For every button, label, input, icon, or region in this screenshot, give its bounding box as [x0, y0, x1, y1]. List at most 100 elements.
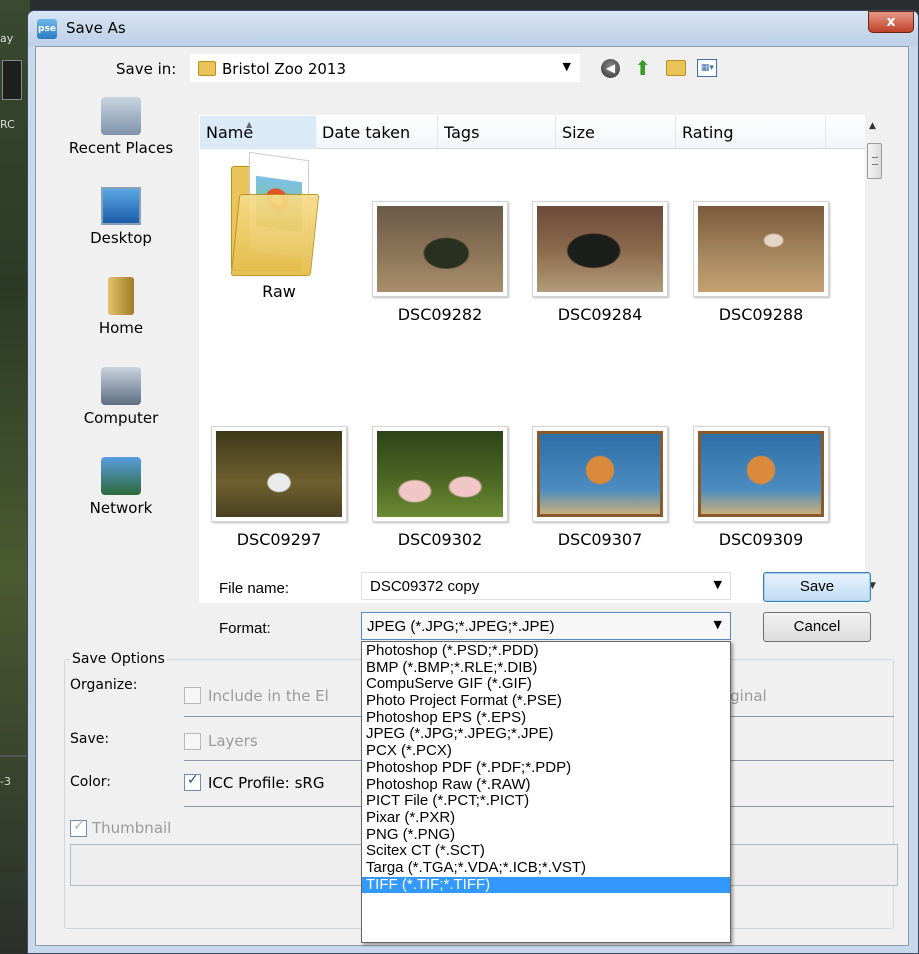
file-item-image[interactable]: DSC09284: [525, 201, 675, 324]
organize-label: Organize:: [70, 677, 138, 693]
place-network[interactable]: Network: [46, 457, 196, 517]
title-bar[interactable]: pse Save As x: [28, 11, 918, 46]
file-item-image[interactable]: DSC09297: [204, 426, 354, 549]
format-option[interactable]: Pixar (*.PXR): [362, 810, 730, 827]
format-option[interactable]: Photoshop (*.PSD;*.PDD): [362, 643, 730, 660]
place-label: Computer: [83, 409, 159, 427]
format-option-highlighted[interactable]: TIFF (*.TIF;*.TIFF): [362, 876, 730, 894]
format-value: JPEG (*.JPG;*.JPEG;*.JPE): [367, 618, 555, 635]
file-name: DSC09284: [557, 305, 643, 324]
column-header-name[interactable]: ▲ Name: [200, 116, 316, 149]
close-button[interactable]: x: [868, 11, 914, 33]
image-thumbnail: [532, 201, 668, 297]
folder-icon: [230, 151, 327, 276]
icc-profile-checkbox[interactable]: [184, 772, 201, 791]
folder-icon: [198, 61, 216, 76]
file-item-image[interactable]: DSC09288: [686, 201, 836, 324]
format-dropdown[interactable]: JPEG (*.JPG;*.JPEG;*.JPE) ▼: [361, 612, 731, 640]
format-option[interactable]: CompuServe GIF (*.GIF): [362, 676, 730, 693]
format-option[interactable]: Scitex CT (*.SCT): [362, 843, 730, 860]
file-name: DSC09288: [718, 305, 804, 324]
place-desktop[interactable]: Desktop: [46, 187, 196, 247]
file-name-field[interactable]: DSC09372 copy ▼: [361, 572, 731, 600]
format-option[interactable]: Photoshop EPS (*.EPS): [362, 710, 730, 727]
column-headers: ▲ Name Date taken Tags Size Rating: [200, 116, 866, 149]
file-item-image[interactable]: DSC09302: [365, 426, 515, 549]
column-header-size[interactable]: Size: [556, 116, 676, 149]
background-text: RC: [0, 118, 15, 131]
chevron-down-icon[interactable]: ▼: [714, 578, 722, 591]
vertical-scrollbar[interactable]: ▲ ▼: [865, 115, 885, 603]
save-in-label: Save in:: [116, 60, 177, 78]
format-option[interactable]: PCX (*.PCX): [362, 743, 730, 760]
dialog-body: Save in: Bristol Zoo 2013 ▼ ◀ ⬆ ▦▾ Recen…: [35, 46, 909, 946]
format-label: Format:: [219, 620, 271, 637]
save-button[interactable]: Save: [763, 572, 871, 602]
background-panel: [2, 60, 22, 100]
scroll-up-icon[interactable]: ▲: [869, 121, 876, 131]
place-label: Home: [98, 319, 144, 337]
cancel-button[interactable]: Cancel: [763, 612, 871, 642]
navigation-toolbar: ◀ ⬆ ▦▾: [601, 57, 724, 81]
format-option[interactable]: PNG (*.PNG): [362, 827, 730, 844]
place-recent-places[interactable]: Recent Places: [46, 97, 196, 157]
photoshop-elements-icon: pse: [37, 19, 57, 39]
save-as-dialog: pse Save As x Save in: Bristol Zoo 2013 …: [27, 10, 919, 954]
file-name: DSC09282: [397, 305, 483, 324]
place-label: Recent Places: [68, 139, 174, 157]
thumbnail-label: Thumbnail: [92, 819, 172, 837]
file-name: DSC09302: [397, 530, 483, 549]
thumbnail-checkbox[interactable]: [70, 818, 87, 837]
format-option[interactable]: Photoshop PDF (*.PDF;*.PDP): [362, 760, 730, 777]
format-option[interactable]: BMP (*.BMP;*.RLE;*.DIB): [362, 660, 730, 677]
file-list[interactable]: ▲ Name Date taken Tags Size Rating Raw D…: [199, 115, 866, 603]
format-options-list[interactable]: Photoshop (*.PSD;*.PDD) BMP (*.BMP;*.RLE…: [361, 641, 731, 943]
image-thumbnail: [372, 426, 508, 522]
scrollbar-thumb[interactable]: [867, 143, 882, 179]
place-computer[interactable]: Computer: [46, 367, 196, 427]
column-header-tags[interactable]: Tags: [438, 116, 556, 149]
save-label: Save:: [70, 731, 110, 747]
views-menu-icon[interactable]: ▦▾: [697, 59, 718, 77]
file-name: DSC09309: [718, 530, 804, 549]
include-in-organizer-label: Include in the El: [208, 687, 329, 705]
color-label: Color:: [70, 774, 112, 790]
sort-ascending-icon: ▲: [246, 120, 253, 129]
background-text: ay: [0, 32, 14, 45]
file-item-image[interactable]: DSC09307: [525, 426, 675, 549]
format-option[interactable]: Targa (*.TGA;*.VDA;*.ICB;*.VST): [362, 860, 730, 877]
file-item-folder[interactable]: Raw: [204, 151, 354, 301]
up-folder-icon[interactable]: ⬆: [632, 57, 654, 79]
column-header-rating[interactable]: Rating: [676, 116, 826, 149]
file-name: Raw: [262, 282, 296, 301]
background-app-strip: ay RC -3: [0, 0, 30, 954]
layers-label: Layers: [208, 732, 258, 750]
image-thumbnail: [532, 426, 668, 522]
back-icon[interactable]: ◀: [601, 58, 620, 78]
chevron-down-icon: ▼: [713, 618, 722, 631]
place-label: Desktop: [90, 229, 152, 247]
format-option[interactable]: Photo Project Format (*.PSE): [362, 693, 730, 710]
computer-icon: [101, 367, 141, 405]
save-in-dropdown[interactable]: Bristol Zoo 2013 ▼: [190, 54, 580, 82]
image-thumbnail: [211, 426, 347, 522]
places-bar: Recent Places Desktop Home Computer Netw…: [46, 97, 196, 597]
image-thumbnail: [693, 201, 829, 297]
include-in-organizer-checkbox[interactable]: [184, 687, 201, 704]
home-icon: [108, 277, 134, 315]
background-divider: [0, 755, 30, 757]
recent-places-icon: [101, 97, 141, 135]
dialog-title: Save As: [66, 19, 126, 37]
column-header-date-taken[interactable]: Date taken: [316, 116, 438, 149]
file-item-image[interactable]: DSC09282: [365, 201, 515, 324]
file-item-image[interactable]: DSC09309: [686, 426, 836, 549]
place-home[interactable]: Home: [46, 277, 196, 337]
format-option[interactable]: PICT File (*.PCT;*.PICT): [362, 793, 730, 810]
format-option[interactable]: Photoshop Raw (*.RAW): [362, 777, 730, 794]
image-thumbnail: [372, 201, 508, 297]
place-label: Network: [89, 499, 153, 517]
format-option[interactable]: JPEG (*.JPG;*.JPEG;*.JPE): [362, 726, 730, 743]
new-folder-icon[interactable]: [665, 60, 686, 76]
file-name-label: File name:: [219, 580, 290, 597]
layers-checkbox[interactable]: [184, 733, 201, 750]
